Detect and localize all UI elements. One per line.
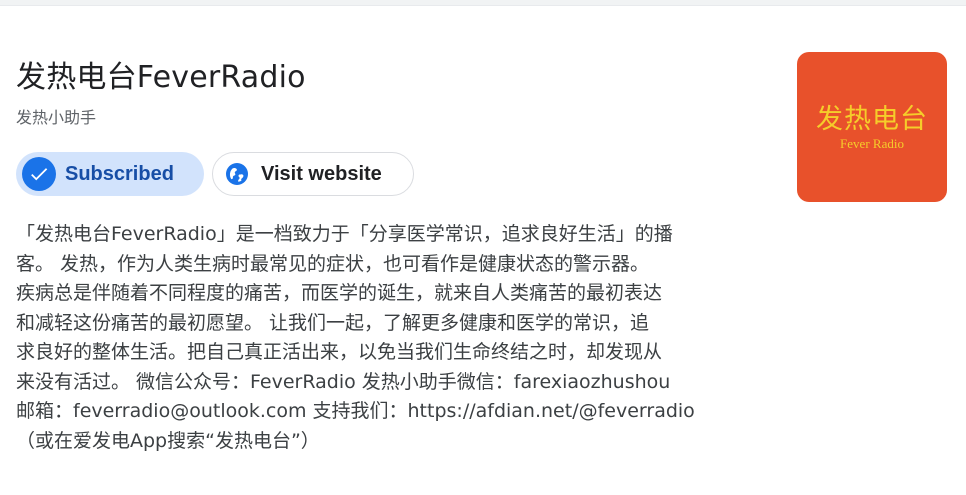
- podcast-title: 发热电台FeverRadio: [16, 60, 306, 95]
- description-line: 邮箱：feverradio@outlook.com 支持我们：https://a…: [16, 400, 695, 422]
- globe-icon: [225, 162, 249, 186]
- subscribed-label: Subscribed: [65, 162, 174, 185]
- visit-website-label: Visit website: [261, 162, 382, 185]
- subscribed-button[interactable]: Subscribed: [16, 152, 204, 196]
- top-bar: [0, 0, 966, 6]
- description-line: 求良好的整体生活。把自己真正活出来，以免当我们生命终结之时，却发现从: [16, 341, 663, 363]
- visit-website-button[interactable]: Visit website: [212, 152, 414, 196]
- description-line: 疾病总是伴随着不同程度的痛苦，而医学的诞生，就来自人类痛苦的最初表达: [16, 282, 663, 304]
- artwork-subtitle: Fever Radio: [840, 136, 904, 151]
- description-line: 「发热电台FeverRadio」是一档致力于「分享医学常识，追求良好生活」的播: [16, 223, 673, 245]
- description-line: 来没有活过。 微信公众号：FeverRadio 发热小助手微信：farexiao…: [16, 370, 671, 393]
- description-line: 客。 发热，作为人类生病时最常见的症状，也可看作是健康状态的警示器。: [16, 252, 650, 275]
- podcast-artwork: 发热电台 Fever Radio: [797, 52, 947, 202]
- description-line: （或在爱发电App搜索“发热电台”）: [16, 429, 320, 452]
- podcast-author[interactable]: 发热小助手: [16, 104, 96, 128]
- podcast-description: 「发热电台FeverRadio」是一档致力于「分享医学常识，追求良好生活」的播客…: [16, 220, 746, 456]
- check-icon: [22, 157, 56, 191]
- description-line: 和减轻这份痛苦的最初愿望。 让我们一起，了解更多健康和医学的常识，追: [16, 311, 650, 334]
- artwork-title: 发热电台: [816, 104, 928, 135]
